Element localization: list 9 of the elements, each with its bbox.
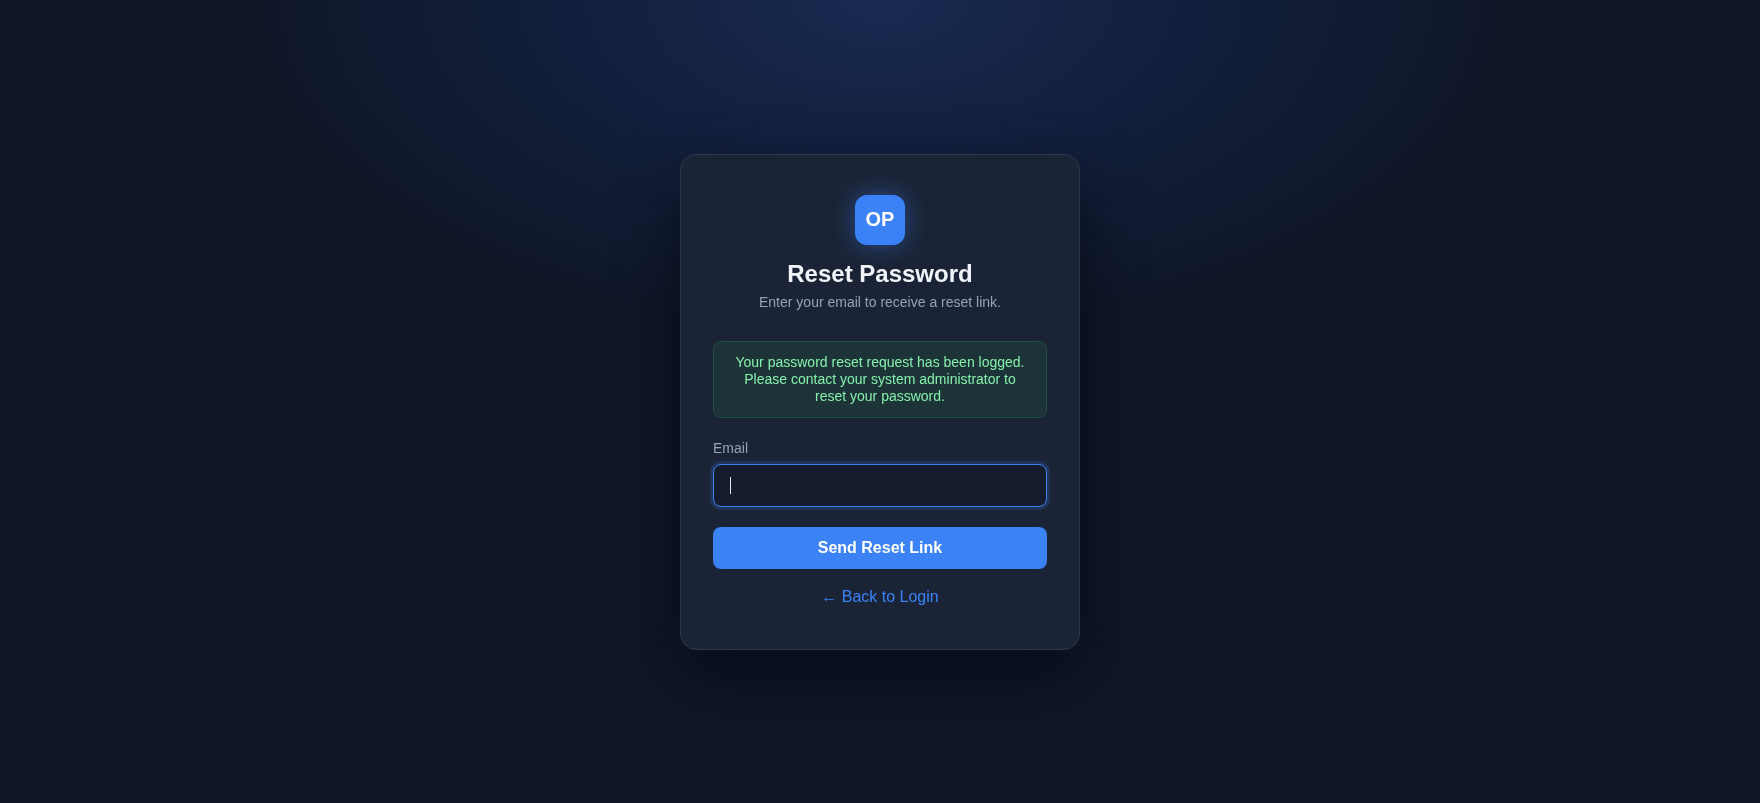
back-to-login-link[interactable]: ← Back to Login xyxy=(821,586,939,607)
email-label: Email xyxy=(713,438,748,457)
logo-badge: OP xyxy=(855,194,905,245)
text-cursor-icon xyxy=(730,476,731,494)
page-subtitle: Enter your email to receive a reset link. xyxy=(759,292,1001,311)
send-reset-link-button[interactable]: Send Reset Link xyxy=(713,526,1047,569)
email-input[interactable] xyxy=(713,463,1047,507)
page-title: Reset Password xyxy=(787,258,973,289)
success-alert: Your password reset request has been logged. Please contact your system administrator to reset your password. xyxy=(713,340,1047,418)
